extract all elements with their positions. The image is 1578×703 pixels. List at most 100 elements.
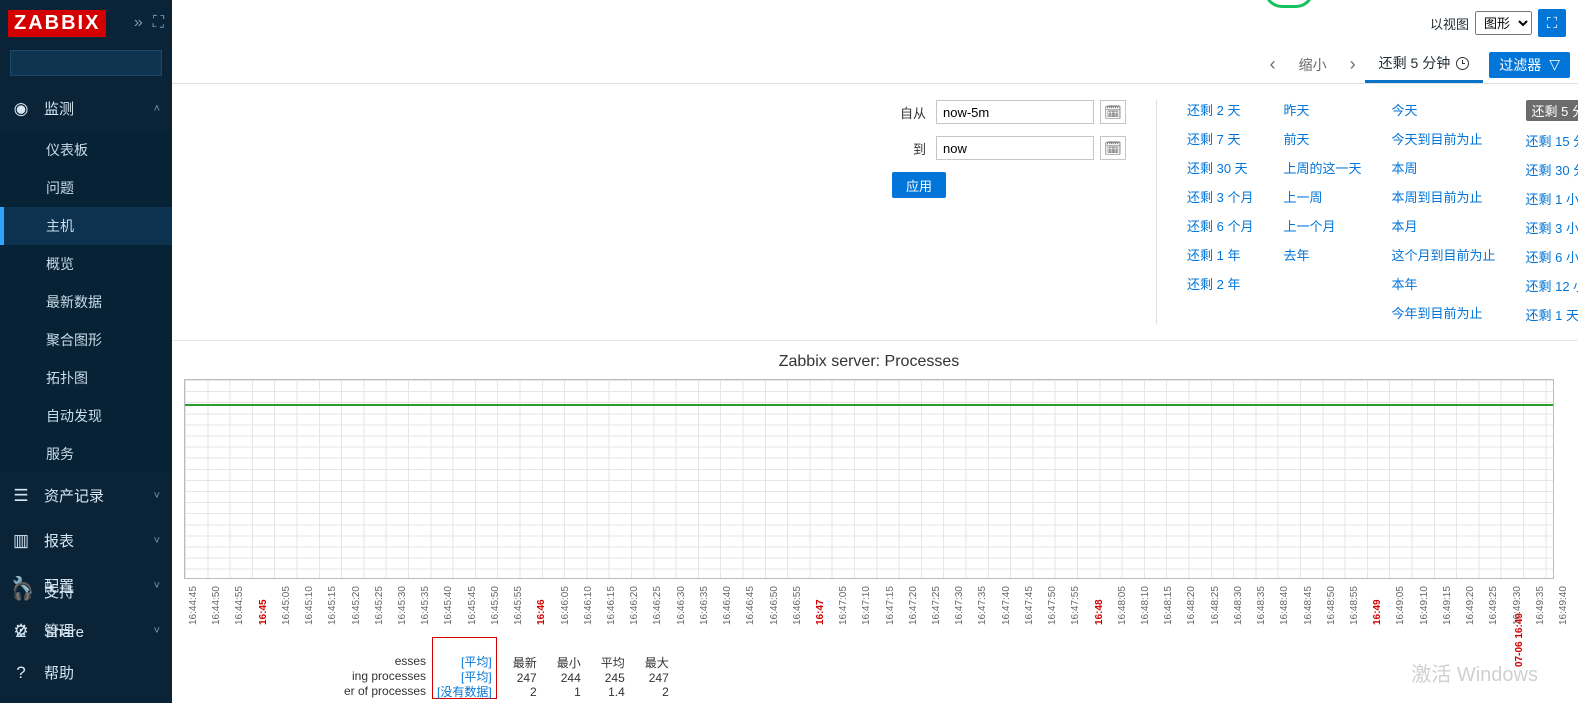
preset-link[interactable]: 还剩 7 天 [1187,129,1253,148]
time-next-button[interactable]: › [1341,46,1365,83]
expand-icon[interactable]: ⛶ [153,14,164,32]
preset-link[interactable]: 本年 [1391,274,1495,293]
sidebar-item-最新数据[interactable]: 最新数据 [0,283,172,321]
preset-link[interactable]: 还剩 3 小时 [1526,218,1578,237]
chart-plot[interactable] [184,379,1554,579]
nav-group-inventory[interactable]: ☰ 资产记录 ˅ [0,473,172,518]
xtick: 16:47:50 [1047,586,1058,625]
preset-link[interactable]: 本周 [1391,158,1495,177]
xtick: 16:46:05 [560,586,571,625]
filter-panel: 自从 🗓 到 🗓 应用 还剩 2 天还剩 7 天还剩 30 天还剩 3 个月还剩… [172,84,1578,341]
to-input[interactable] [936,136,1094,160]
preset-link[interactable]: 上一周 [1283,187,1361,206]
time-prev-button[interactable]: ‹ [1261,46,1285,83]
footer-label: 支持 [44,581,74,602]
preset-link[interactable]: 还剩 6 小时 [1526,247,1578,266]
xtick: 16:48:05 [1117,586,1128,625]
sidebar-item-仪表板[interactable]: 仪表板 [0,131,172,169]
xtick: 16:48:45 [1303,586,1314,625]
from-input[interactable] [936,100,1094,124]
top-row: ↑51.6K/s 以视图 图形 ⛶ [172,0,1578,46]
list-icon: ☰ [12,486,30,506]
preset-link[interactable]: 这个月到目前为止 [1391,245,1495,264]
sidebar-header: ZABBIX » ⛶ [0,0,172,46]
preset-link[interactable]: 今天 [1391,100,1495,119]
filter-button[interactable]: 过滤器 ▽ [1489,52,1570,78]
preset-link[interactable]: 今年到目前为止 [1391,303,1495,322]
preset-link[interactable]: 还剩 1 天 [1526,305,1578,324]
share-icon: Z [12,622,30,642]
xtick: 16:46:35 [699,586,710,625]
legend-header: 最小 [547,654,591,671]
from-calendar-button[interactable]: 🗓 [1100,100,1126,124]
chevron-up-icon: ˄ [154,103,160,115]
legend-table: 最新最小平均最大247244245247211.42 [503,654,679,699]
preset-link[interactable]: 还剩 5 分钟 [1526,100,1578,121]
xtick: 16:47:45 [1024,586,1035,625]
xtick: 16:45 [258,599,269,625]
sidebar-item-自动发现[interactable]: 自动发现 [0,397,172,435]
xtick: 16:49:25 [1488,586,1499,625]
preset-col4: 还剩 5 分钟还剩 15 分钟还剩 30 分钟还剩 1 小时还剩 3 小时还剩 … [1526,100,1578,324]
preset-link[interactable]: 还剩 12 小时 [1526,276,1578,295]
fullscreen-button[interactable]: ⛶ [1538,9,1566,37]
preset-link[interactable]: 还剩 2 年 [1187,274,1253,293]
nav-group-reports[interactable]: ▥ 报表 ˅ [0,518,172,563]
sidebar-item-主机[interactable]: 主机 [0,207,172,245]
chevron-down-icon: ˅ [154,535,160,547]
preset-link[interactable]: 还剩 1 年 [1187,245,1253,264]
xtick: 16:45:40 [443,586,454,625]
preset-link[interactable]: 还剩 1 小时 [1526,189,1578,208]
preset-link[interactable]: 还剩 30 天 [1187,158,1253,177]
xtick: 16:46:10 [583,586,594,625]
preset-link[interactable]: 上周的这一天 [1283,158,1361,177]
sidebar-item-服务[interactable]: 服务 [0,435,172,473]
legend-header: 平均 [591,654,635,671]
time-range-tab[interactable]: 还剩 5 分钟 [1365,46,1484,83]
filter-label: 过滤器 [1499,55,1541,75]
xtick: 16:45:50 [490,586,501,625]
footer-支持[interactable]: 🎧支持 [0,571,172,612]
to-calendar-button[interactable]: 🗓 [1100,136,1126,160]
preset-link[interactable]: 本周到目前为止 [1391,187,1495,206]
xtick: 16:47:40 [1001,586,1012,625]
nav-group-monitoring[interactable]: ◉ 监测 ˄ [0,86,172,131]
preset-link[interactable]: 还剩 3 个月 [1187,187,1253,206]
apply-button[interactable]: 应用 [892,172,946,198]
preset-link[interactable]: 还剩 2 天 [1187,100,1253,119]
footer-label: Share [44,624,84,641]
xtick: 16:47:05 [838,586,849,625]
legend-val: 1 [547,685,591,699]
preset-link[interactable]: 前天 [1283,129,1361,148]
preset-link[interactable]: 去年 [1283,245,1361,264]
footer-帮助[interactable]: ?帮助 [0,652,172,693]
calendar-icon: 🗓 [1104,104,1122,121]
xtick: 16:49 [1372,599,1383,625]
preset-link[interactable]: 还剩 6 个月 [1187,216,1253,235]
sidebar-item-聚合图形[interactable]: 聚合图形 [0,321,172,359]
xtick: 16:46:30 [676,586,687,625]
search-box[interactable]: 🔍 [10,50,162,76]
xtick: 16:48:55 [1349,586,1360,625]
preset-link[interactable]: 上一个月 [1283,216,1361,235]
xtick: 16:45:15 [327,586,338,625]
xtick: 16:47:10 [861,586,872,625]
preset-link[interactable]: 还剩 15 分钟 [1526,131,1578,150]
preset-link[interactable]: 昨天 [1283,100,1361,119]
preset-link[interactable]: 本月 [1391,216,1495,235]
preset-link[interactable]: 今天到目前为止 [1391,129,1495,148]
xtick: 16:48:25 [1210,586,1221,625]
footer-Share[interactable]: Z Share [0,612,172,652]
preset-col3: 今天今天到目前为止本周本周到目前为止本月这个月到目前为止本年今年到目前为止 [1391,100,1495,324]
legend-val: 247 [635,671,679,685]
brand-logo[interactable]: ZABBIX [8,10,106,37]
sidebar-item-概览[interactable]: 概览 [0,245,172,283]
chevrons-right-icon[interactable]: » [134,14,143,32]
xtick: 16:48:20 [1186,586,1197,625]
sidebar-item-拓扑图[interactable]: 拓扑图 [0,359,172,397]
zoom-out-button[interactable]: 缩小 [1285,46,1341,83]
viewas-select[interactable]: 图形 [1475,11,1532,35]
sidebar-item-问题[interactable]: 问题 [0,169,172,207]
search-input[interactable] [11,56,199,71]
preset-link[interactable]: 还剩 30 分钟 [1526,160,1578,179]
